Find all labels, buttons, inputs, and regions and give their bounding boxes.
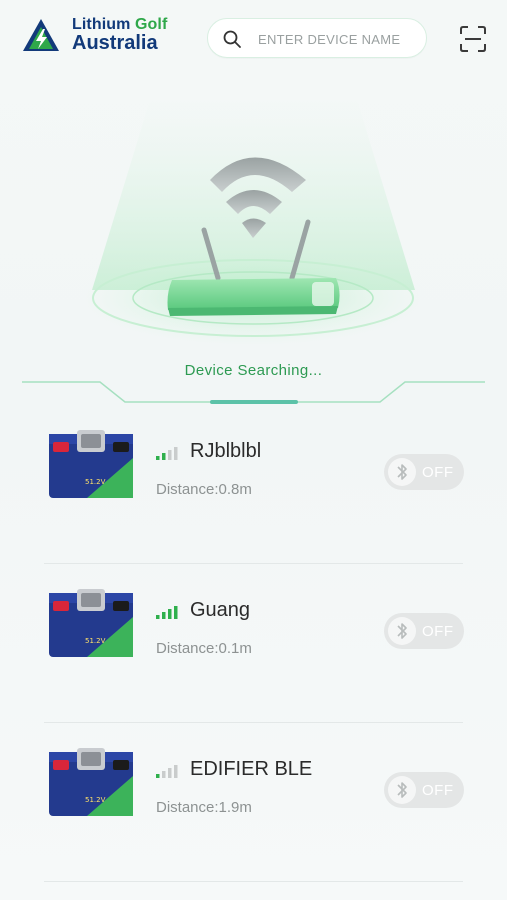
scan-icon[interactable] (460, 26, 486, 52)
app-header: Lithium Golf Australia (0, 0, 507, 80)
logo-text-bottom: Australia (72, 32, 158, 54)
device-name: Guang (190, 599, 251, 621)
connect-toggle[interactable]: OFF (384, 454, 464, 490)
battery-image: 51.2V (49, 430, 133, 498)
logo-mark-icon (23, 19, 59, 51)
section-divider (22, 381, 485, 404)
battery-image: 51.2V (49, 748, 133, 816)
battery-image: 51.2V (49, 589, 133, 657)
device-distance: Distance:0.8m (156, 481, 252, 498)
device-row[interactable]: 51.2V RJblblbl Distance:0.8m OFF (0, 406, 507, 564)
brand-logo: Lithium Golf Australia (22, 16, 182, 56)
row-divider (44, 881, 463, 882)
toggle-label: OFF (422, 623, 454, 640)
connect-toggle[interactable]: OFF (384, 772, 464, 808)
search-icon (223, 30, 241, 48)
toggle-label: OFF (422, 464, 454, 481)
svg-text:51.2V: 51.2V (85, 796, 106, 804)
device-row[interactable]: 51.2V EDIFIER BLE Distance:1.9m OFF (0, 724, 507, 882)
bluetooth-icon (397, 782, 407, 798)
svg-text:51.2V: 51.2V (85, 478, 106, 486)
search-bar[interactable] (207, 18, 427, 58)
row-divider (44, 563, 463, 564)
device-row[interactable]: 51.2V Guang Distance:0.1m OFF (0, 565, 507, 723)
device-name: EDIFIER BLE (190, 758, 313, 780)
signal-icon (156, 447, 178, 460)
toggle-label: OFF (422, 782, 454, 799)
device-distance: Distance:0.1m (156, 640, 252, 657)
signal-icon (156, 606, 178, 619)
device-name: RJblblbl (190, 440, 262, 462)
svg-text:51.2V: 51.2V (85, 637, 106, 645)
search-input[interactable] (256, 25, 425, 53)
search-status-text: Device Searching... (184, 362, 323, 379)
signal-icon (156, 765, 178, 778)
bluetooth-icon (397, 623, 407, 639)
device-distance: Distance:1.9m (156, 799, 252, 816)
connect-toggle[interactable]: OFF (384, 613, 464, 649)
row-divider (44, 722, 463, 723)
bluetooth-icon (397, 464, 407, 480)
wifi-router-icon (78, 100, 428, 346)
